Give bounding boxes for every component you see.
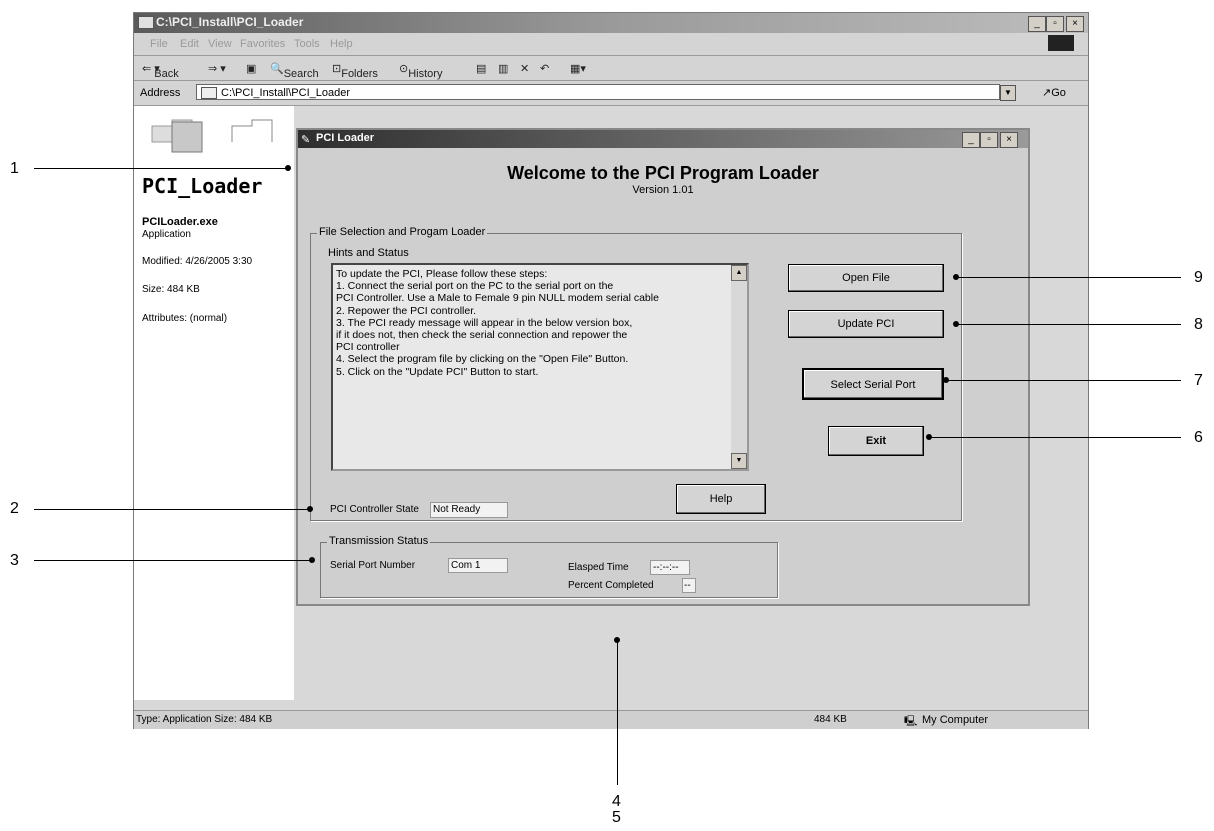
- callout-1: 1: [10, 160, 19, 177]
- file-type: Application: [142, 229, 191, 240]
- folder-graphic-icon: [142, 112, 282, 160]
- folder-name: PCI_Loader: [142, 174, 263, 198]
- address-dropdown-icon[interactable]: ▼: [1000, 85, 1016, 101]
- status-size: 484 KB: [814, 714, 847, 725]
- callout-dot-8: [953, 321, 959, 327]
- menu-bar: File Edit View Favorites Tools Help: [134, 33, 1088, 56]
- explorer-title: C:\PCI_Install\PCI_Loader: [156, 15, 304, 29]
- callout-dot-3: [309, 557, 315, 563]
- callout-dot-7: [943, 377, 949, 383]
- percent-completed-value: --: [682, 578, 696, 593]
- callout-3: 3: [10, 552, 19, 569]
- history-button[interactable]: ⊙ History: [399, 62, 442, 80]
- close-button[interactable]: ×: [1066, 16, 1084, 32]
- maximize-button[interactable]: ▫: [1046, 16, 1064, 32]
- status-bar: Type: Application Size: 484 KB 484 KB 🖳 …: [134, 710, 1088, 729]
- callout-dot-9: [953, 274, 959, 280]
- address-label: Address: [140, 87, 181, 99]
- controller-state-value: Not Ready: [430, 502, 508, 518]
- scroll-down-icon[interactable]: ▼: [731, 453, 747, 469]
- callout-dot-2: [307, 506, 313, 512]
- dialog-close-button[interactable]: ×: [1000, 132, 1018, 148]
- menu-file[interactable]: File: [150, 38, 168, 50]
- web-view-pane: PCI_Loader PCILoader.exe Application Mod…: [134, 106, 294, 700]
- go-button[interactable]: ↗Go: [1042, 86, 1066, 99]
- scroll-up-icon[interactable]: ▲: [731, 265, 747, 281]
- elapsed-time-value: --:--:--: [650, 560, 690, 575]
- views-icon[interactable]: ▦▾: [570, 62, 586, 75]
- file-attributes: Attributes: (normal): [142, 313, 228, 324]
- copy-to-icon[interactable]: ▥: [498, 62, 508, 75]
- serial-port-label: Serial Port Number: [330, 560, 416, 571]
- status-type: Type: Application Size: 484 KB: [136, 714, 273, 725]
- menu-edit[interactable]: Edit: [180, 38, 199, 50]
- dialog-title: PCI Loader: [316, 132, 375, 144]
- undo-icon[interactable]: ↶: [540, 62, 549, 75]
- file-size: Size: 484 KB: [142, 284, 200, 295]
- folder-icon: [138, 16, 154, 29]
- explorer-title-bar[interactable]: C:\PCI_Install\PCI_Loader _ ▫ ×: [134, 13, 1088, 33]
- callout-dot-6: [926, 434, 932, 440]
- version-label: Version 1.01: [632, 184, 694, 196]
- menu-favorites[interactable]: Favorites: [240, 38, 285, 50]
- move-to-icon[interactable]: ▤: [476, 62, 486, 75]
- pci-loader-dialog: ✎ PCI Loader _ ▫ × Welcome to the PCI Pr…: [296, 128, 1030, 606]
- transmission-legend: Transmission Status: [327, 535, 431, 547]
- callout-6: 6: [1194, 429, 1203, 446]
- status-zone: My Computer: [922, 714, 989, 726]
- back-button[interactable]: ⇐ Back ▾: [142, 62, 179, 80]
- elapsed-time-label: Elasped Time: [568, 562, 629, 573]
- callout-line-6: [929, 437, 1181, 438]
- callout-dot-45: [614, 637, 620, 643]
- hints-scrollbar[interactable]: ▲ ▼: [731, 265, 747, 469]
- update-pci-button[interactable]: Update PCI: [788, 310, 944, 338]
- callout-line-45: [617, 640, 618, 785]
- file-selection-legend: File Selection and Progam Loader: [317, 226, 488, 238]
- file-modified: Modified: 4/26/2005 3:30: [142, 256, 253, 267]
- forward-button[interactable]: ⇒ ▾: [208, 62, 226, 75]
- delete-icon[interactable]: ✕: [520, 62, 529, 75]
- search-button[interactable]: 🔍 Search: [270, 62, 319, 80]
- address-bar: Address C:\PCI_Install\PCI_Loader ▼ ↗Go: [134, 81, 1088, 106]
- percent-completed-label: Percent Completed: [568, 580, 654, 591]
- folder-icon: [201, 87, 217, 99]
- select-serial-port-button[interactable]: Select Serial Port: [802, 368, 944, 400]
- callout-line-3: [34, 560, 312, 561]
- help-button[interactable]: Help: [676, 484, 766, 514]
- toolbar: ⇐ Back ▾ ⇒ ▾ ▣ 🔍 Search ⊡ Folders ⊙ History…: [134, 56, 1088, 81]
- file-name: PCILoader.exe: [142, 216, 218, 228]
- welcome-heading: Welcome to the PCI Program Loader: [507, 163, 819, 183]
- callout-dot-1: [285, 165, 291, 171]
- dialog-minimize-button[interactable]: _: [962, 132, 980, 148]
- up-folder-icon[interactable]: ▣: [246, 62, 256, 75]
- app-icon: ✎: [301, 134, 311, 146]
- menu-view[interactable]: View: [208, 38, 232, 50]
- folders-button[interactable]: ⊡ Folders: [332, 62, 378, 80]
- minimize-button[interactable]: _: [1028, 16, 1046, 32]
- callout-line-1: [34, 168, 288, 169]
- serial-port-value: Com 1: [448, 558, 508, 573]
- dialog-title-bar[interactable]: ✎ PCI Loader _ ▫ ×: [298, 130, 1028, 148]
- callout-5: 5: [612, 809, 621, 826]
- callout-2: 2: [10, 500, 19, 517]
- open-file-button[interactable]: Open File: [788, 264, 944, 292]
- hints-status-textarea[interactable]: To update the PCI, Please follow these s…: [331, 263, 749, 471]
- my-computer-icon: 🖳: [904, 716, 918, 727]
- menu-tools[interactable]: Tools: [294, 38, 320, 50]
- callout-9: 9: [1194, 269, 1203, 286]
- callout-line-2: [34, 509, 310, 510]
- exit-button[interactable]: Exit: [828, 426, 924, 456]
- callout-7: 7: [1194, 372, 1203, 389]
- callout-line-9: [956, 277, 1181, 278]
- menu-help[interactable]: Help: [330, 38, 353, 50]
- callout-line-8: [956, 324, 1181, 325]
- callout-8: 8: [1194, 316, 1203, 333]
- hints-label: Hints and Status: [328, 247, 409, 259]
- controller-state-label: PCI Controller State: [330, 504, 419, 515]
- address-input[interactable]: C:\PCI_Install\PCI_Loader: [196, 84, 1000, 100]
- dialog-maximize-button[interactable]: ▫: [980, 132, 998, 148]
- windows-logo-icon: [1048, 35, 1074, 51]
- callout-line-7: [946, 380, 1181, 381]
